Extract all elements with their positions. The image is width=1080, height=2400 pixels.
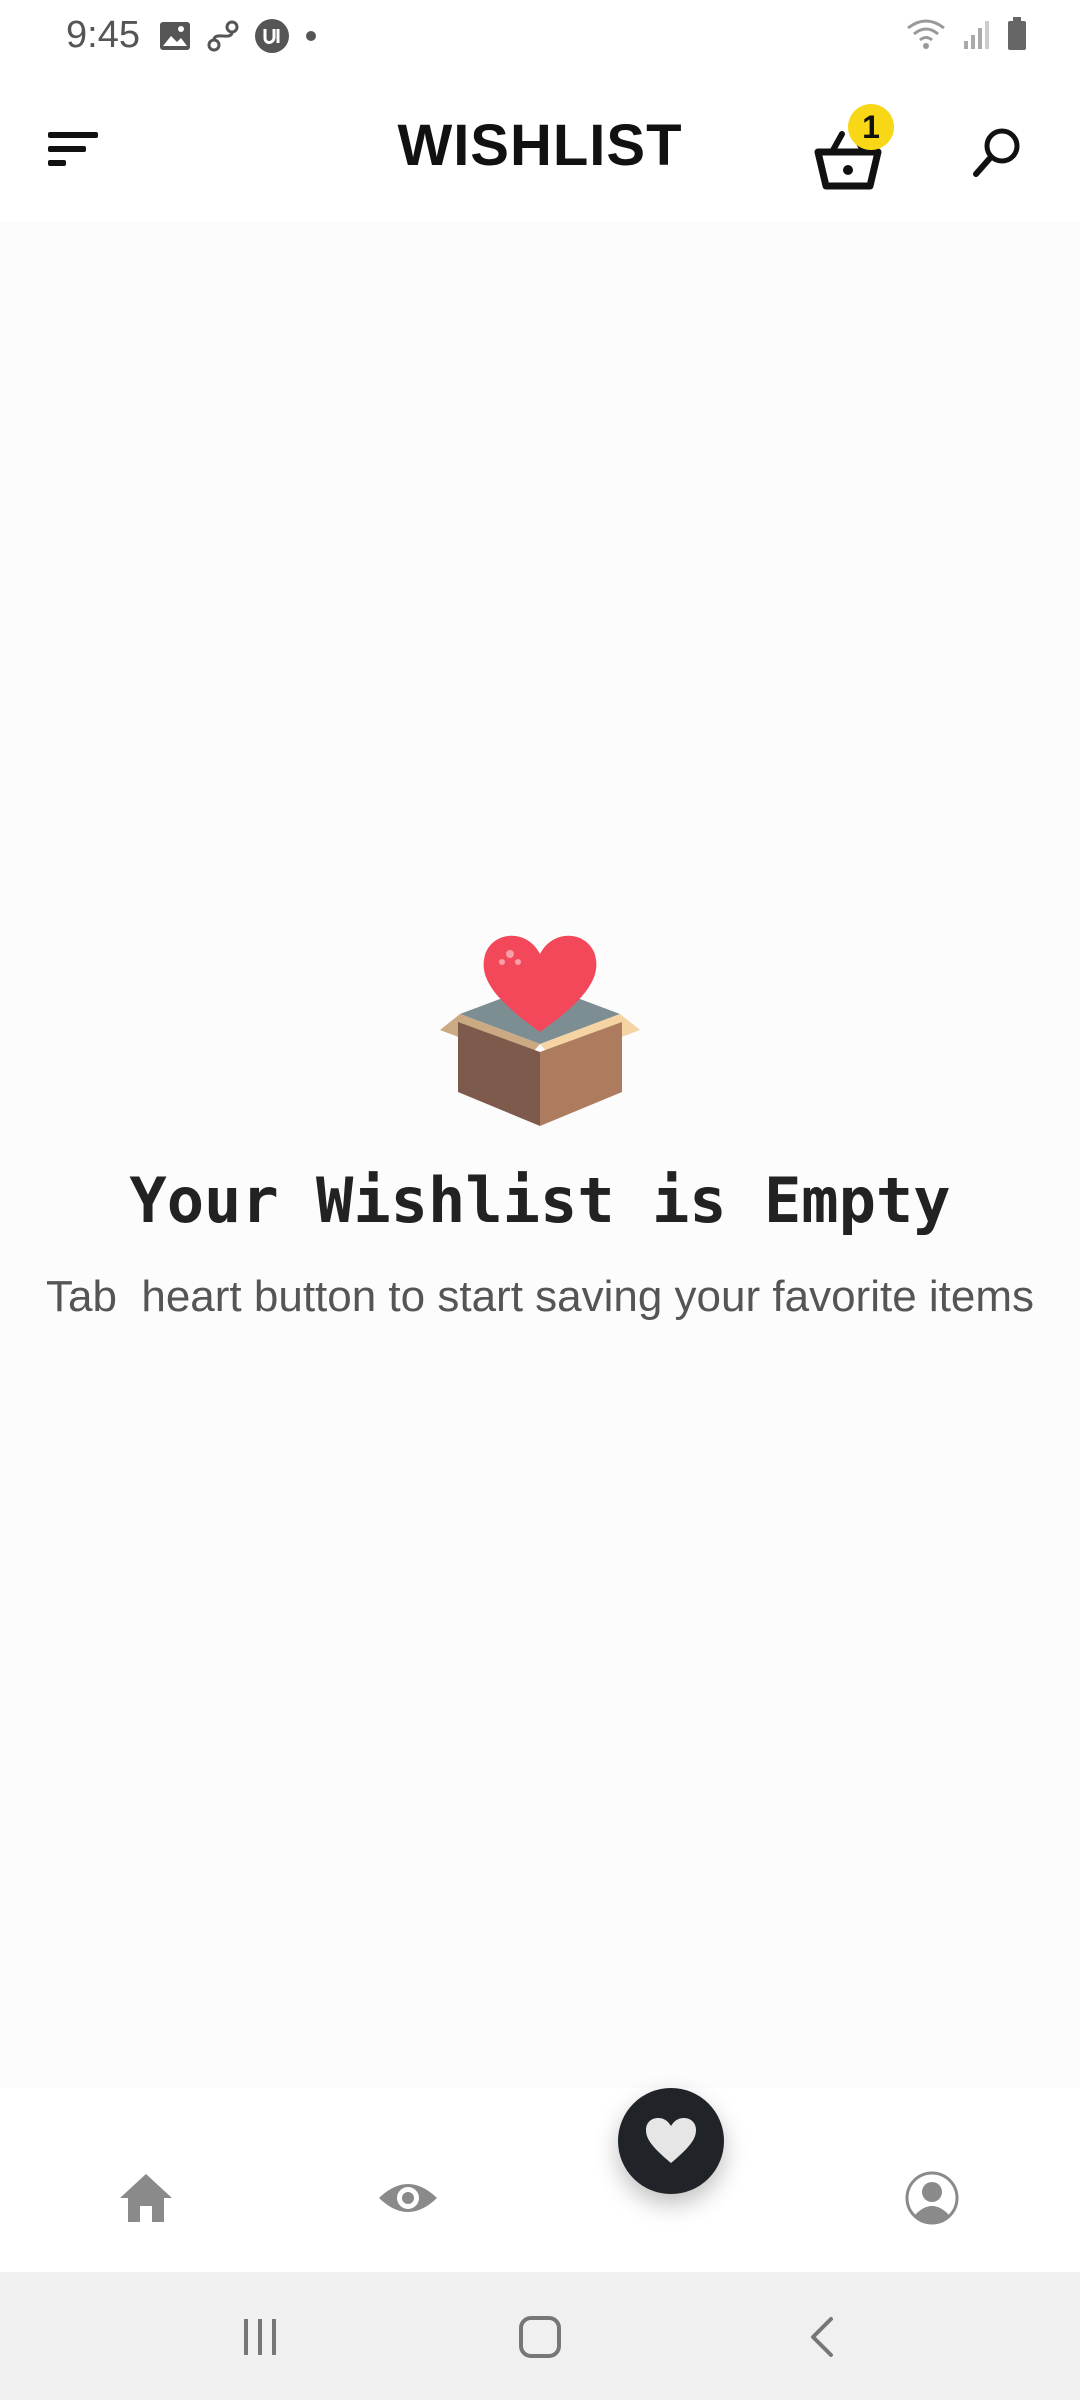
status-notification-icons xyxy=(158,18,318,59)
nav-home[interactable] xyxy=(106,2158,186,2238)
cart-count-badge: 1 xyxy=(848,104,894,150)
app-header: WISHLIST 1 xyxy=(0,76,1080,222)
dot-icon xyxy=(304,29,318,48)
battery-icon xyxy=(1006,16,1028,57)
heart-icon xyxy=(646,2118,696,2163)
recents-icon xyxy=(244,2319,276,2355)
status-system-icons xyxy=(904,16,1028,57)
heart-box-icon xyxy=(438,922,642,1126)
wishlist-content: Your Wishlist is Empty Tab heart button … xyxy=(0,222,1080,2088)
profile-icon xyxy=(905,2171,959,2225)
recents-button[interactable] xyxy=(220,2302,300,2372)
system-navigation-bar xyxy=(0,2272,1080,2400)
status-bar: 9:45 xyxy=(0,0,1080,76)
nav-wishlist[interactable] xyxy=(618,2088,724,2194)
signal-icon xyxy=(962,17,992,56)
home-icon xyxy=(120,2174,172,2222)
empty-state-subtitle: Tab heart button to start saving your fa… xyxy=(45,1272,1035,1321)
app-u-icon xyxy=(254,18,290,59)
wifi-icon xyxy=(904,16,948,57)
link-icon xyxy=(206,19,240,58)
nav-profile[interactable] xyxy=(892,2158,972,2238)
home-button-icon xyxy=(519,2316,561,2358)
search-icon xyxy=(973,128,1020,177)
empty-state-title: Your Wishlist is Empty xyxy=(129,1164,951,1237)
gallery-icon xyxy=(158,19,192,58)
bottom-navigation xyxy=(0,2088,1080,2272)
back-icon xyxy=(811,2317,833,2357)
nav-browse[interactable] xyxy=(368,2158,448,2238)
back-button[interactable] xyxy=(782,2302,862,2372)
cart-button[interactable]: 1 xyxy=(808,104,908,194)
system-home-button[interactable] xyxy=(500,2302,580,2372)
status-time: 9:45 xyxy=(66,14,140,56)
eye-icon xyxy=(379,2184,437,2212)
page-title: WISHLIST xyxy=(397,113,683,178)
search-button[interactable] xyxy=(968,122,1028,182)
